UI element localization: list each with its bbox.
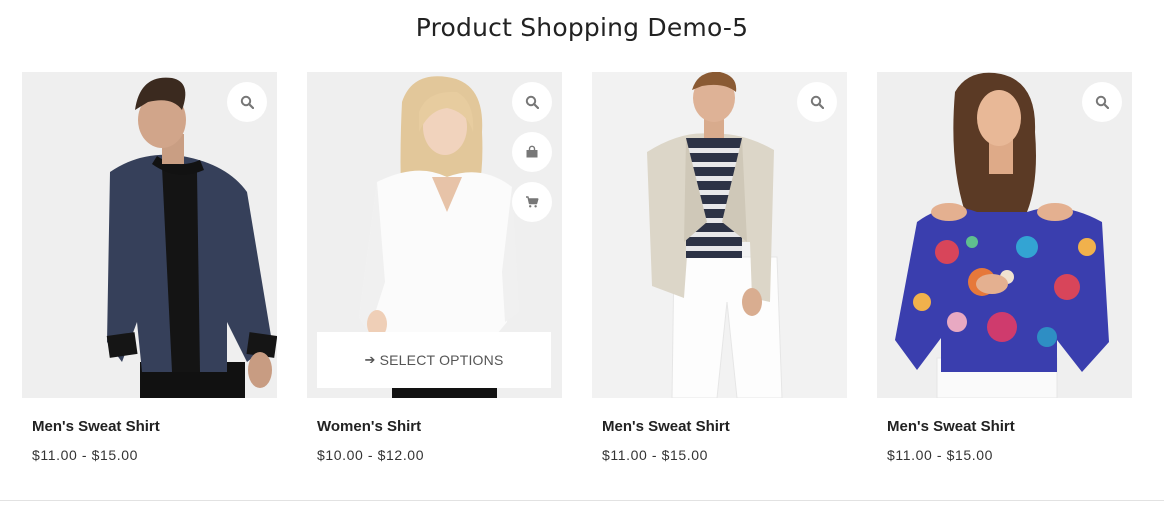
product-name[interactable]: Men's Sweat Shirt <box>602 418 730 435</box>
product-price: $10.00 - $12.00 <box>317 447 425 463</box>
product-name[interactable]: Men's Sweat Shirt <box>32 418 160 435</box>
product-price: $11.00 - $15.00 <box>887 447 994 463</box>
product-card[interactable]: Men's Sweat Shirt $11.00 - $15.00 <box>592 72 847 472</box>
product-photo-woman-floral-top <box>877 72 1132 398</box>
select-options-button[interactable]: ➔ SELECT OPTIONS <box>317 332 551 388</box>
product-price: $11.00 - $15.00 <box>602 447 709 463</box>
quick-view-button[interactable] <box>797 82 837 122</box>
arrow-right-icon: ➔ <box>364 352 376 367</box>
product-card[interactable]: ➔ SELECT OPTIONS Women's Shirt $10.00 - … <box>307 72 562 472</box>
select-options-label: SELECT OPTIONS <box>379 352 504 368</box>
search-icon <box>240 95 254 109</box>
product-price: $11.00 - $15.00 <box>32 447 139 463</box>
page-title: Product Shopping Demo-5 <box>415 13 749 42</box>
shopping-bag-icon <box>526 145 538 158</box>
product-card[interactable]: Men's Sweat Shirt $11.00 - $15.00 <box>877 72 1132 472</box>
cart-icon <box>526 196 539 208</box>
product-photo-man-bomber <box>22 72 277 398</box>
product-name[interactable]: Men's Sweat Shirt <box>887 418 1015 435</box>
product-image[interactable]: ➔ SELECT OPTIONS <box>307 72 562 398</box>
product-name[interactable]: Women's Shirt <box>317 418 421 435</box>
quick-view-button[interactable] <box>227 82 267 122</box>
product-image[interactable] <box>877 72 1132 398</box>
product-image[interactable] <box>592 72 847 398</box>
product-image[interactable] <box>22 72 277 398</box>
product-photo-man-blazer <box>592 72 847 398</box>
shopping-bag-button[interactable] <box>512 132 552 172</box>
quick-view-button[interactable] <box>1082 82 1122 122</box>
search-icon <box>1095 95 1109 109</box>
search-icon <box>525 95 539 109</box>
quick-view-button[interactable] <box>512 82 552 122</box>
section-divider <box>0 500 1164 501</box>
add-to-cart-button[interactable] <box>512 182 552 222</box>
search-icon <box>810 95 824 109</box>
product-grid: Men's Sweat Shirt $11.00 - $15.00 ➔ SELE… <box>22 72 1142 472</box>
product-card[interactable]: Men's Sweat Shirt $11.00 - $15.00 <box>22 72 277 472</box>
